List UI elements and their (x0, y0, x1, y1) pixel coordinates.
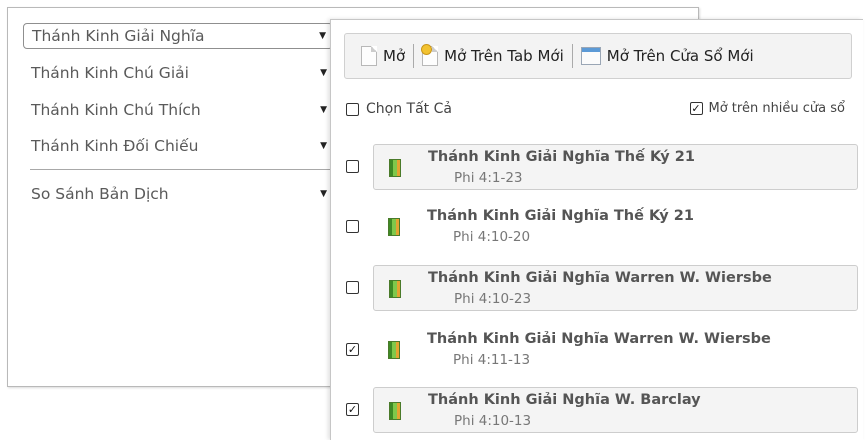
chevron-down-icon: ▼ (320, 68, 327, 78)
menu-item-label: So Sánh Bản Dịch (31, 185, 169, 203)
multi-window-label: Mở trên nhiều cửa sổ (708, 101, 846, 116)
book-checkbox[interactable] (346, 220, 359, 233)
select-all-checkbox[interactable] (346, 102, 359, 116)
book-reference: Phi 4:1-23 (454, 170, 523, 186)
book-reference: Phi 4:10-20 (453, 229, 531, 245)
book-row[interactable]: ✓ Thánh Kinh Giải Nghĩa W. Barclay Phi 4… (344, 387, 858, 433)
book-row[interactable]: ✓ Thánh Kinh Giải Nghĩa Warren W. Wiersb… (344, 327, 854, 373)
options-row: Chọn Tất Cả ✓ Mở trên nhiều cửa sổ (344, 101, 852, 121)
chevron-down-icon: ▼ (320, 189, 327, 199)
book-card[interactable]: Thánh Kinh Giải Nghĩa Warren W. Wiersbe … (373, 265, 858, 311)
book-reference: Phi 4:11-13 (453, 352, 531, 368)
menu-item-label: Thánh Kinh Chú Giải (31, 64, 189, 82)
book-row[interactable]: Thánh Kinh Giải Nghĩa Warren W. Wiersbe … (344, 265, 858, 311)
book-checkbox[interactable] (346, 281, 359, 294)
open-toolbar: Mở Mở Trên Tab Mới Mở Trên Cửa Sổ Mới (344, 33, 852, 79)
book-checkbox[interactable] (346, 160, 359, 173)
select-all-label: Chọn Tất Cả (366, 101, 452, 117)
book-checkbox[interactable]: ✓ (346, 403, 359, 416)
book-reference: Phi 4:10-23 (454, 291, 532, 307)
menu-item-chu-giai[interactable]: Thánh Kinh Chú Giải ▼ (23, 60, 333, 86)
book-card[interactable]: Thánh Kinh Giải Nghĩa Warren W. Wiersbe … (373, 327, 858, 373)
multi-window-checkbox[interactable]: ✓ (689, 102, 703, 115)
book-icon (388, 341, 400, 359)
open-button[interactable]: Mở (361, 46, 405, 66)
multi-window-option[interactable]: ✓ Mở trên nhiều cửa sổ (689, 101, 846, 116)
book-row[interactable]: Thánh Kinh Giải Nghĩa Thế Ký 21 Phi 4:1-… (344, 144, 858, 190)
chevron-down-icon: ▼ (320, 105, 327, 115)
chevron-down-icon: ▼ (319, 31, 326, 41)
commentary-dropdown-panel: Mở Mở Trên Tab Mới Mở Trên Cửa Sổ Mới Ch… (330, 19, 863, 440)
open-tab-label: Mở Trên Tab Mới (444, 47, 564, 65)
book-title: Thánh Kinh Giải Nghĩa Warren W. Wiersbe (428, 270, 772, 286)
book-card[interactable]: Thánh Kinh Giải Nghĩa Thế Ký 21 Phi 4:1-… (373, 144, 858, 190)
toolbar-separator (413, 44, 415, 68)
new-tab-icon (421, 44, 439, 66)
book-title: Thánh Kinh Giải Nghĩa Warren W. Wiersbe (427, 331, 771, 347)
menu-item-so-sanh-ban-dich[interactable]: So Sánh Bản Dịch ▼ (23, 181, 333, 207)
book-card[interactable]: Thánh Kinh Giải Nghĩa W. Barclay Phi 4:1… (373, 387, 858, 433)
book-title: Thánh Kinh Giải Nghĩa Thế Ký 21 (427, 208, 694, 224)
new-window-icon (580, 47, 601, 65)
book-reference: Phi 4:10-13 (454, 413, 532, 429)
book-title: Thánh Kinh Giải Nghĩa W. Barclay (428, 392, 701, 408)
chevron-down-icon: ▼ (320, 141, 327, 151)
book-icon (388, 218, 400, 236)
menu-item-label: Thánh Kinh Chú Thích (31, 101, 201, 119)
book-icon (389, 280, 401, 298)
menu-item-label: Thánh Kinh Đối Chiếu (31, 137, 199, 155)
menu-item-doi-chieu[interactable]: Thánh Kinh Đối Chiếu ▼ (23, 133, 333, 159)
book-icon (389, 159, 401, 177)
menu-item-giai-nghia[interactable]: Thánh Kinh Giải Nghĩa ▼ (23, 23, 333, 49)
book-card[interactable]: Thánh Kinh Giải Nghĩa Thế Ký 21 Phi 4:10… (373, 204, 858, 250)
toolbar-separator (571, 44, 573, 68)
select-all-option[interactable]: Chọn Tất Cả (346, 101, 452, 117)
book-row[interactable]: Thánh Kinh Giải Nghĩa Thế Ký 21 Phi 4:10… (344, 204, 854, 250)
menu-item-chu-thich[interactable]: Thánh Kinh Chú Thích ▼ (23, 97, 333, 123)
open-label: Mở (383, 47, 406, 65)
menu-divider (30, 169, 336, 170)
book-checkbox[interactable]: ✓ (346, 343, 359, 356)
open-in-new-window-button[interactable]: Mở Trên Cửa Sổ Mới (580, 47, 754, 65)
open-window-label: Mở Trên Cửa Sổ Mới (606, 47, 754, 65)
document-icon (361, 46, 377, 66)
book-icon (389, 402, 401, 420)
open-in-new-tab-button[interactable]: Mở Trên Tab Mới (421, 44, 564, 66)
menu-item-label: Thánh Kinh Giải Nghĩa (32, 27, 205, 45)
book-title: Thánh Kinh Giải Nghĩa Thế Ký 21 (428, 149, 695, 165)
